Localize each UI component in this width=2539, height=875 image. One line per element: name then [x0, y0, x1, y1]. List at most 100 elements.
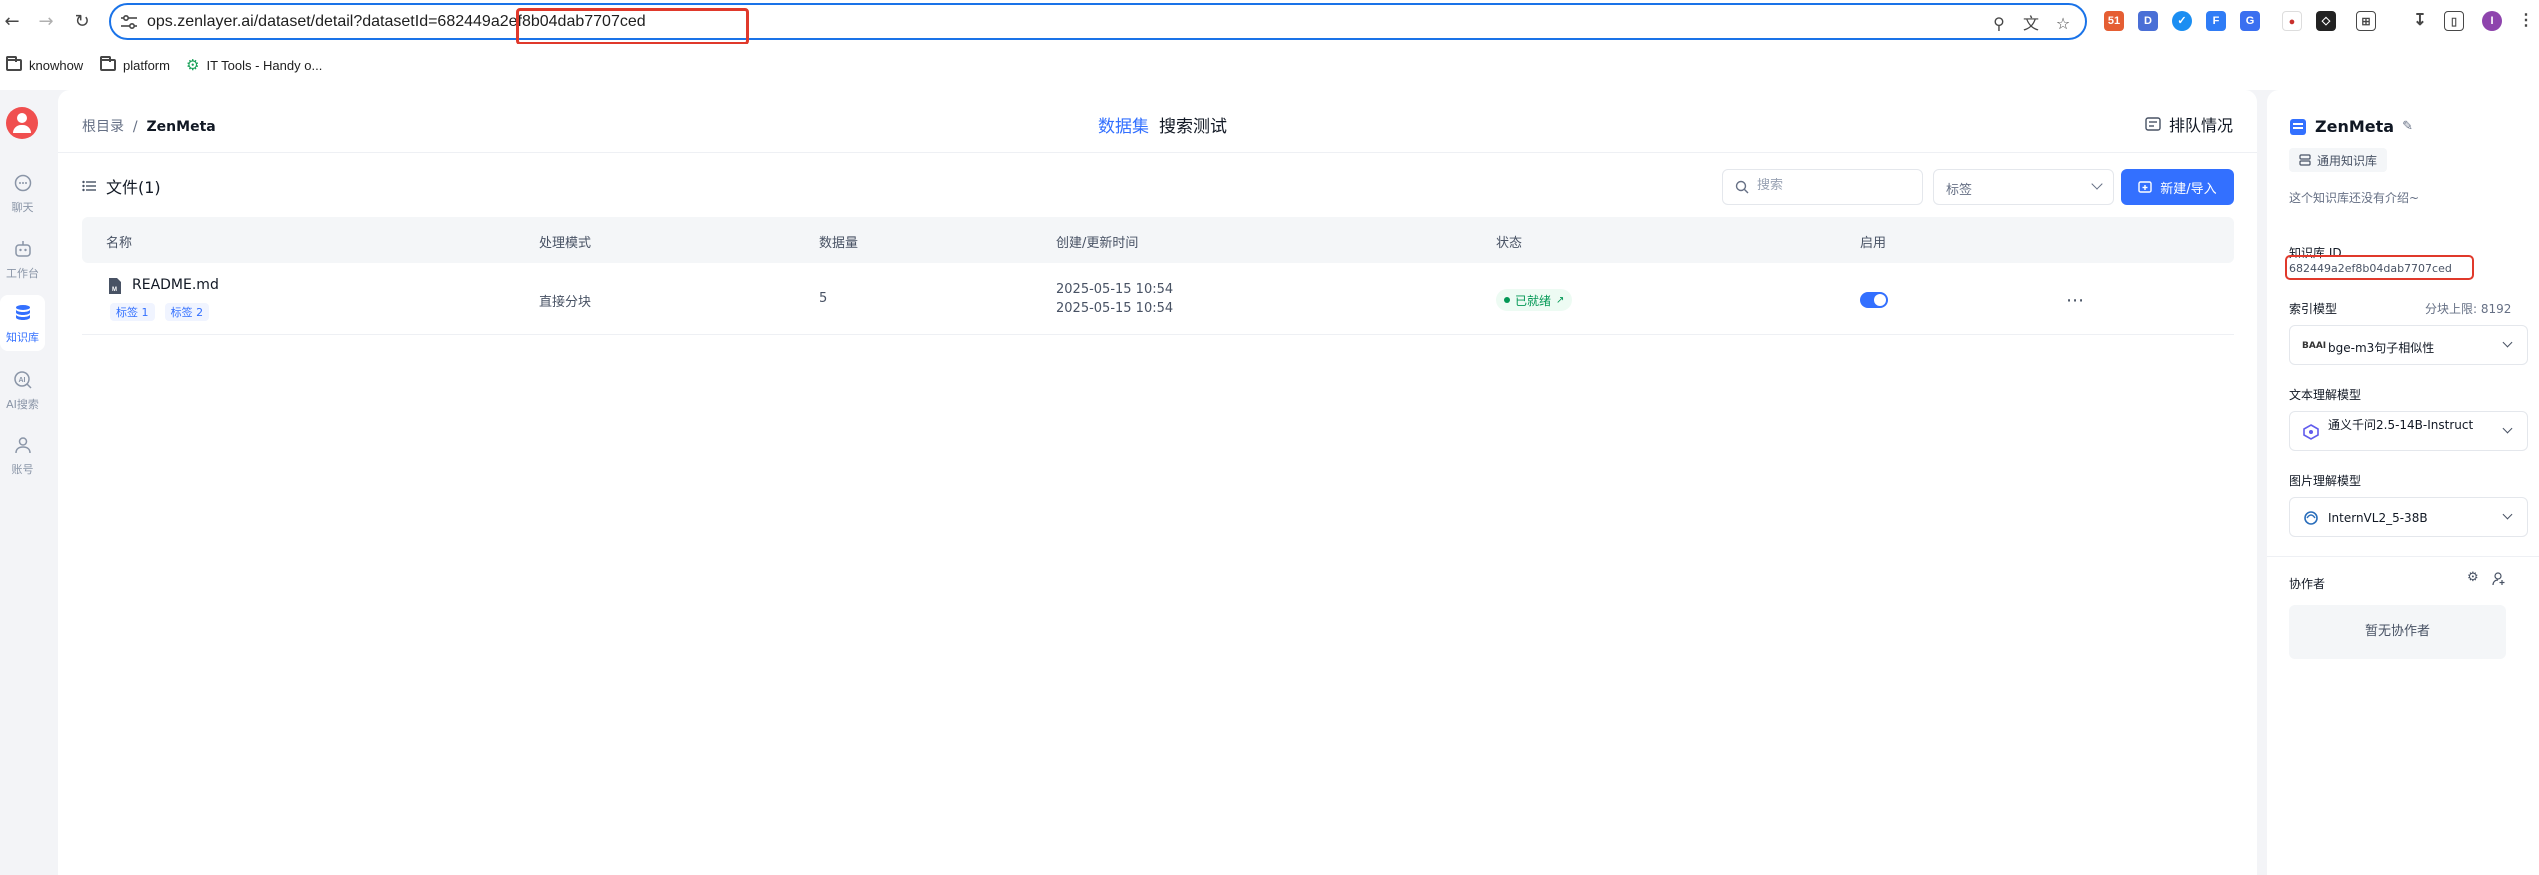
folder-add-icon [2138, 181, 2152, 193]
new-button-label: 新建/导入 [2160, 181, 2217, 197]
tag-badge: 标签 2 [164, 303, 210, 321]
side-panel-icon[interactable]: ▯ [2444, 11, 2464, 31]
new-import-button[interactable]: 新建/导入 [2121, 169, 2234, 205]
bookmark-it-tools[interactable]: ⚙ IT Tools - Handy o... [186, 53, 322, 77]
chat-icon [14, 174, 31, 192]
database-icon [15, 305, 30, 320]
image-model-select[interactable]: InternVL2_5-38B [2289, 497, 2528, 537]
extension-g-icon[interactable]: G [2240, 11, 2260, 31]
no-collaborators-box: 暂无协作者 [2289, 605, 2506, 659]
password-key-icon[interactable]: ⚲ [1989, 14, 2009, 34]
ai-search-icon: AI [13, 371, 32, 389]
nav-item-workbench[interactable]: 工作台 [0, 231, 45, 287]
more-actions-icon[interactable]: ⋯ [2066, 290, 2085, 311]
bookmark-platform[interactable]: platform [100, 53, 170, 77]
chunk-limit: 分块上限: 8192 [2425, 302, 2512, 316]
nav-item-ai-search[interactable]: AI AI搜索 [0, 362, 45, 418]
text-model-select[interactable]: 通义千问2.5-14B-Instruct [2289, 411, 2528, 451]
tag-select[interactable]: 标签 [1933, 169, 2114, 205]
left-nav: 聊天 工作台 知识库 AI AI搜索 账号 [0, 90, 45, 875]
baai-logo-icon: BAAI [2302, 341, 2327, 351]
back-icon[interactable]: ← [0, 10, 24, 34]
file-icon: M [109, 278, 121, 294]
extension-shield-icon[interactable]: ◇ [2316, 11, 2336, 31]
kb-type-badge: 通用知识库 [2289, 148, 2388, 172]
download-icon[interactable]: ↧ [2410, 11, 2430, 31]
kb-id-value[interactable]: 682449a2ef8b04dab7707ced [2289, 262, 2452, 275]
site-settings-icon[interactable] [119, 13, 139, 31]
nav-label: 聊天 [11, 201, 34, 214]
add-collaborator-icon[interactable] [2492, 572, 2506, 586]
tag-select-value: 标签 [1946, 183, 1973, 198]
folder-icon [100, 56, 116, 71]
column-header-status: 状态 [1496, 236, 1523, 251]
tag-badge: 标签 1 [110, 303, 155, 321]
folder-icon [6, 56, 22, 71]
bookmark-knowhow[interactable]: knowhow [6, 53, 83, 77]
table-row[interactable]: M README.md 标签 1 标签 2 直接分块 5 2025-05-15 … [82, 263, 2234, 335]
extension-badge: 51 [2107, 15, 2121, 27]
nav-item-chat[interactable]: 聊天 [0, 165, 45, 221]
extensions-puzzle-icon[interactable]: ⊞ [2356, 11, 2376, 31]
profile-avatar[interactable]: I [2482, 11, 2502, 31]
processing-mode: 直接分块 [539, 295, 592, 310]
queue-icon [2145, 117, 2161, 131]
url-id-highlight-box [516, 8, 749, 45]
search-input[interactable] [1757, 178, 1907, 193]
breadcrumb-separator: / [132, 119, 138, 135]
knowledge-base-icon [2290, 118, 2306, 135]
files-header: 文件(1) [82, 174, 161, 198]
tab-search-test[interactable]: 搜索测试 [1159, 112, 1227, 137]
chevron-down-icon [2502, 337, 2513, 348]
extension-icon[interactable]: 51 [2104, 11, 2124, 31]
no-collaborators-text: 暂无协作者 [2364, 624, 2430, 639]
enable-toggle[interactable] [1860, 292, 1888, 308]
queue-status-button[interactable]: 排队情况 [2145, 112, 2233, 136]
search-box[interactable] [1722, 169, 1923, 205]
svg-text:M: M [112, 287, 117, 293]
divider [58, 152, 2257, 153]
file-name[interactable]: README.md [132, 277, 219, 293]
extension-check-icon[interactable]: ✓ [2172, 11, 2192, 31]
bookmark-star-icon[interactable]: ☆ [2053, 14, 2073, 34]
user-icon [14, 437, 31, 454]
address-bar[interactable]: ops.zenlayer.ai/dataset/detail?datasetId… [109, 3, 2087, 45]
breadcrumb-current: ZenMeta [146, 119, 216, 135]
extension-translate-icon[interactable]: D [2138, 11, 2158, 31]
translate-icon[interactable]: 文 [2021, 14, 2041, 34]
index-model-select[interactable]: BAAI bge-m3句子相似性 [2289, 325, 2528, 365]
image-model-label: 图片理解模型 [2289, 474, 2362, 488]
status-text: 已就绪 [1515, 293, 1552, 308]
it-tools-icon: ⚙ [186, 57, 200, 74]
kb-type-label: 通用知识库 [2317, 153, 2378, 168]
column-header-time: 创建/更新时间 [1056, 236, 1139, 251]
forward-icon[interactable]: → [34, 10, 58, 34]
chevron-down-icon [2502, 423, 2513, 434]
expand-arrows-icon[interactable]: ↗ [1556, 295, 1564, 306]
queue-label: 排队情况 [2168, 116, 2233, 135]
nav-item-account[interactable]: 账号 [0, 427, 45, 483]
column-header-enabled: 启用 [1860, 236, 1887, 251]
breadcrumb-root[interactable]: 根目录 [82, 119, 124, 135]
kb-title-row: ZenMeta ✎ [2289, 117, 2413, 136]
bookmark-label: IT Tools - Handy o... [206, 57, 323, 73]
reload-icon[interactable]: ↻ [70, 10, 94, 34]
breadcrumb: 根目录 / ZenMeta [82, 116, 216, 136]
edit-icon[interactable]: ✎ [2402, 119, 2413, 134]
kb-intro[interactable]: 这个知识库还没有介绍~ [2289, 189, 2419, 206]
extension-f-icon[interactable]: F [2206, 11, 2226, 31]
data-count: 5 [819, 291, 828, 306]
user-avatar[interactable] [6, 107, 38, 139]
updated-time: 2025-05-15 10:54 [1056, 301, 1174, 316]
files-title: 文件(1) [106, 178, 161, 197]
tab-dataset[interactable]: 数据集 [1098, 112, 1149, 137]
divider [2267, 556, 2539, 557]
nav-item-knowledge-base[interactable]: 知识库 [0, 295, 45, 351]
collaborators-label: 协作者 [2289, 577, 2326, 591]
browser-toolbar: ← → ↻ ops.zenlayer.ai/dataset/detail?dat… [0, 0, 2539, 45]
center-tabs: 数据集 搜索测试 [1098, 112, 1227, 137]
extension-record-icon[interactable]: ● [2282, 11, 2302, 31]
more-menu-icon[interactable]: ⋮ [2516, 11, 2536, 31]
settings-gear-icon[interactable]: ⚙ [2467, 570, 2479, 585]
created-time: 2025-05-15 10:54 [1056, 282, 1174, 297]
